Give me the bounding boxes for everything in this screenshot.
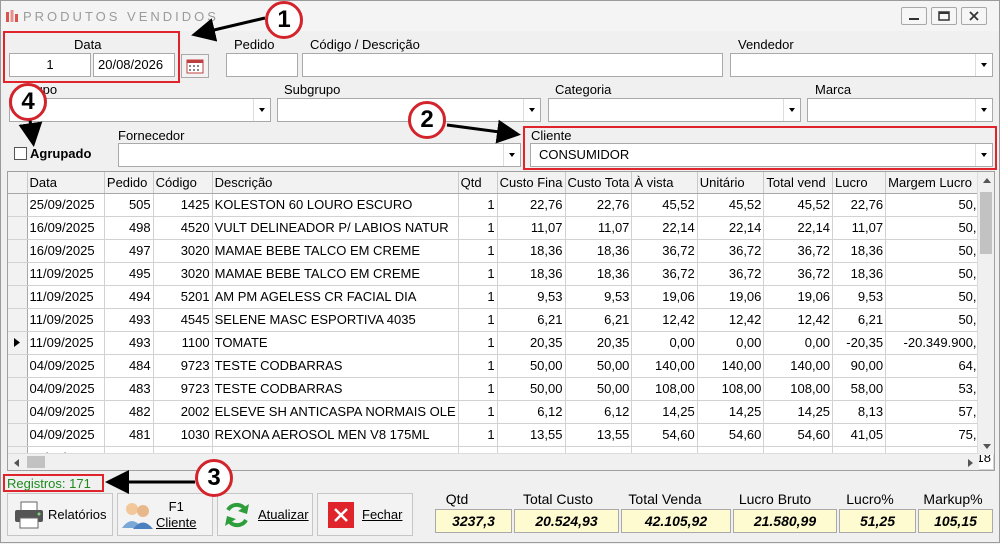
window: PRODUTOS VENDIDOS Data 1 20/08/2026 Pedi… [0, 0, 1000, 543]
callout-arrows [18, 16, 521, 494]
callout-1: 1 [265, 1, 303, 39]
callout-3: 3 [195, 459, 233, 497]
arrow-1 [191, 16, 266, 42]
arrow-2 [446, 119, 521, 144]
callout-4: 4 [9, 83, 47, 121]
callout-2: 2 [408, 101, 446, 139]
